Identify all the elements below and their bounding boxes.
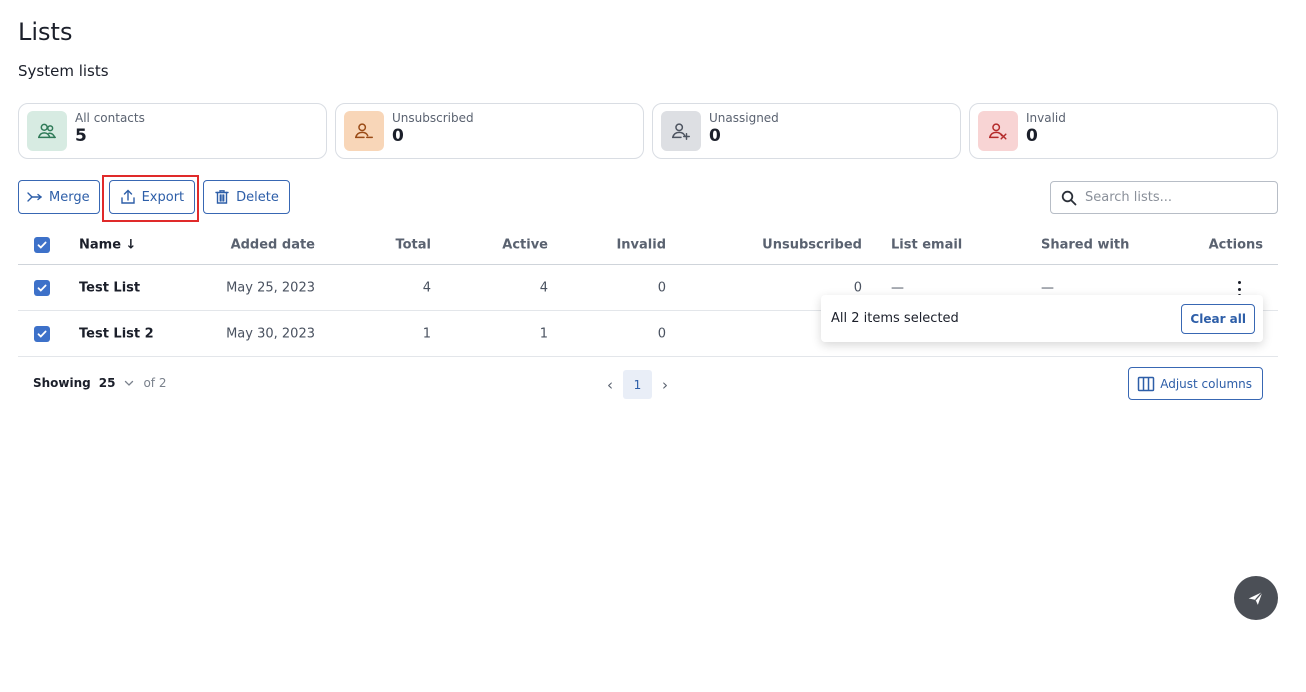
card-label: All contacts — [75, 111, 145, 125]
previous-page-icon[interactable]: ‹ — [607, 376, 613, 394]
page-title: Lists — [18, 18, 73, 46]
user-x-icon — [978, 111, 1018, 151]
adjust-columns-button[interactable]: Adjust columns — [1128, 367, 1263, 400]
card-value: 5 — [75, 126, 87, 146]
merge-icon — [27, 192, 43, 202]
list-name[interactable]: Test List — [79, 280, 140, 295]
page-number-button[interactable]: 1 — [623, 370, 652, 399]
column-header-active[interactable]: Active — [502, 238, 548, 253]
card-invalid[interactable]: Invalid 0 — [969, 103, 1278, 159]
card-label: Invalid — [1026, 111, 1066, 125]
search-box[interactable] — [1050, 181, 1278, 214]
added-date: May 30, 2023 — [226, 326, 315, 341]
send-icon — [1248, 591, 1263, 605]
delete-button[interactable]: Delete — [203, 180, 290, 214]
upload-icon — [120, 189, 135, 204]
adjust-columns-label: Adjust columns — [1160, 376, 1252, 391]
user-plus-icon — [661, 111, 701, 151]
page-size-select[interactable]: 25 — [99, 376, 116, 390]
column-header-shared-with[interactable]: Shared with — [1041, 238, 1129, 253]
merge-button[interactable]: Merge — [18, 180, 100, 214]
unsubscribed-count: 0 — [853, 280, 862, 295]
delete-label: Delete — [236, 189, 279, 205]
card-value: 0 — [1026, 126, 1038, 146]
search-icon — [1061, 190, 1077, 205]
selection-count-text: All 2 items selected — [831, 311, 959, 326]
user-minus-icon — [344, 111, 384, 151]
card-unsubscribed[interactable]: Unsubscribed 0 — [335, 103, 644, 159]
row-checkbox[interactable] — [34, 325, 50, 342]
search-input[interactable] — [1085, 190, 1255, 205]
merge-label: Merge — [49, 189, 90, 205]
column-header-name[interactable]: Name ↓ — [79, 238, 136, 253]
select-all-checkbox[interactable] — [34, 237, 50, 253]
active-count: 4 — [539, 280, 548, 295]
bulk-actions-toolbar: Merge Export Delete — [18, 180, 290, 215]
card-unassigned[interactable]: Unassigned 0 — [652, 103, 961, 159]
contacts-icon — [27, 111, 67, 151]
trash-icon — [215, 190, 229, 204]
next-page-icon[interactable]: › — [662, 376, 668, 394]
invalid-count: 0 — [657, 326, 666, 341]
column-header-invalid[interactable]: Invalid — [616, 238, 666, 253]
list-name[interactable]: Test List 2 — [79, 326, 154, 341]
added-date: May 25, 2023 — [226, 280, 315, 295]
column-header-list-email[interactable]: List email — [891, 238, 962, 253]
column-header-total[interactable]: Total — [395, 238, 431, 253]
row-checkbox[interactable] — [34, 279, 50, 296]
card-label: Unassigned — [709, 111, 779, 125]
card-label: Unsubscribed — [392, 111, 474, 125]
column-header-unsubscribed[interactable]: Unsubscribed — [762, 238, 862, 253]
column-header-actions: Actions — [1208, 237, 1263, 253]
total-count: 1 — [422, 326, 431, 341]
card-value: 0 — [392, 126, 404, 146]
page-size-control: Showing 25 of 2 — [33, 376, 166, 390]
export-label: Export — [141, 189, 185, 205]
pagination: ‹ 1 › — [607, 370, 668, 399]
shared-with: — — [1041, 280, 1054, 295]
chevron-down-icon[interactable] — [123, 377, 135, 389]
invalid-count: 0 — [657, 280, 666, 295]
chat-button[interactable] — [1234, 576, 1278, 620]
export-button[interactable]: Export — [108, 180, 196, 214]
column-header-added-date[interactable]: Added date — [231, 238, 315, 253]
table-header: Name ↓ Added date Total Active Invalid U… — [18, 226, 1278, 265]
card-value: 0 — [709, 126, 721, 146]
table-footer: Showing 25 of 2 ‹ 1 › Adjust columns — [33, 367, 1263, 400]
total-count: 4 — [422, 280, 431, 295]
total-pages-text: of 2 — [143, 376, 167, 390]
system-lists-heading: System lists — [18, 62, 109, 80]
selection-popover: All 2 items selected Clear all — [821, 295, 1263, 342]
active-count: 1 — [539, 326, 548, 341]
showing-label: Showing — [33, 376, 91, 390]
system-list-cards: All contacts 5 Unsubscribed 0 Unassigned… — [18, 103, 1278, 159]
clear-all-button[interactable]: Clear all — [1181, 303, 1255, 334]
list-email: — — [891, 280, 904, 295]
card-all-contacts[interactable]: All contacts 5 — [18, 103, 327, 159]
columns-icon — [1137, 376, 1155, 391]
